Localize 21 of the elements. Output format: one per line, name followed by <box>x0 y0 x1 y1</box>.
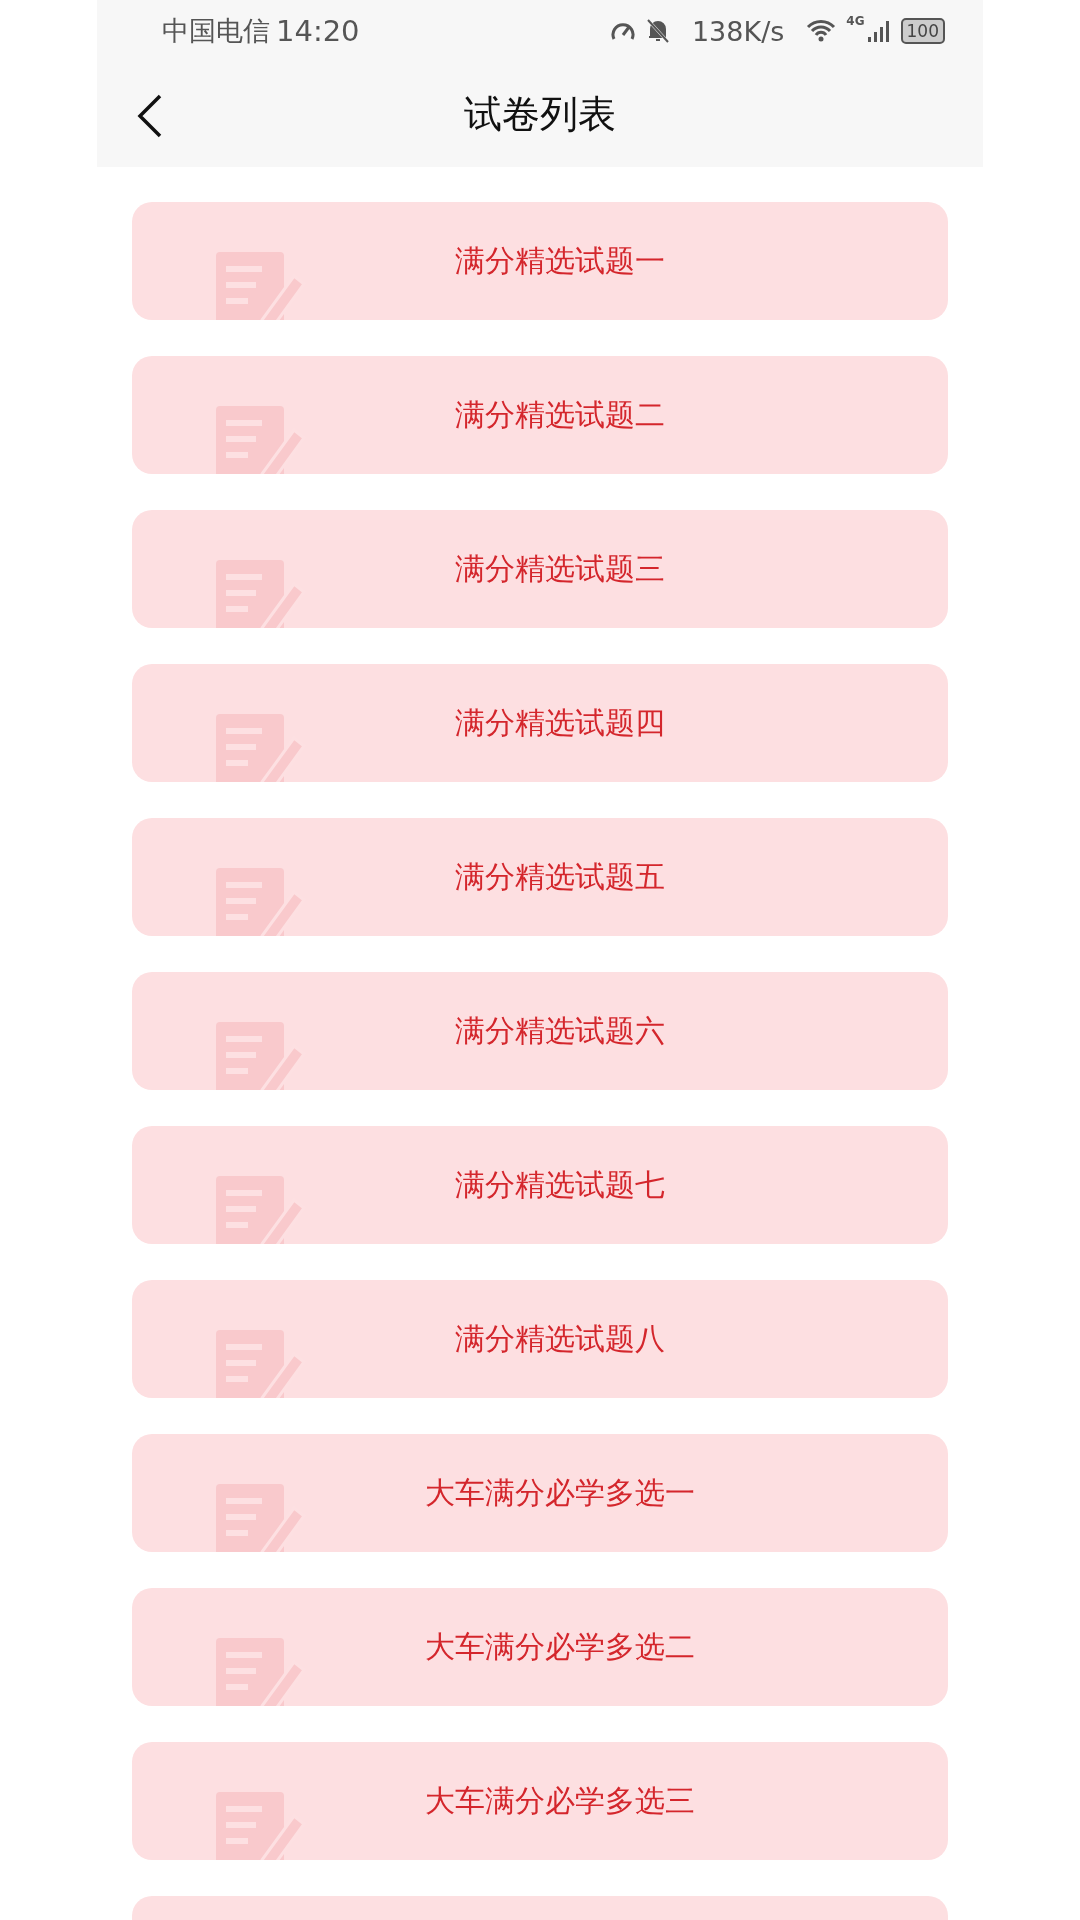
wifi-icon <box>806 19 837 43</box>
paper-item[interactable]: 大车满分必学多选三 <box>132 1742 948 1860</box>
paper-item[interactable]: 大车满分必学多选一 <box>132 1434 948 1552</box>
paper-item[interactable]: 满分精选试题八 <box>132 1280 948 1398</box>
network-type: 4G <box>846 14 865 28</box>
paper-item[interactable]: 满分精选试题六 <box>132 972 948 1090</box>
paper-item[interactable]: 满分精选试题一 <box>132 202 948 320</box>
paper-item[interactable]: 满分精选试题四 <box>132 664 948 782</box>
page-title: 试卷列表 <box>464 91 616 138</box>
paper-item[interactable]: 满分精选试题二 <box>132 356 948 474</box>
paper-item[interactable]: 满分精选试题五 <box>132 818 948 936</box>
clock-time: 14:20 <box>276 14 360 48</box>
paper-item[interactable]: 大车满分必学多选二 <box>132 1588 948 1706</box>
signal-icon <box>866 19 891 43</box>
paper-item[interactable]: 满分精选试题三 <box>132 510 948 628</box>
battery-indicator: 100 <box>900 18 945 44</box>
carrier-name: 中国电信 <box>162 14 270 48</box>
network-speed: 138K/s <box>691 15 785 47</box>
back-icon[interactable] <box>137 94 163 138</box>
muted-bell-icon <box>645 18 670 44</box>
paper-item[interactable]: 满分精选试题七 <box>132 1126 948 1244</box>
